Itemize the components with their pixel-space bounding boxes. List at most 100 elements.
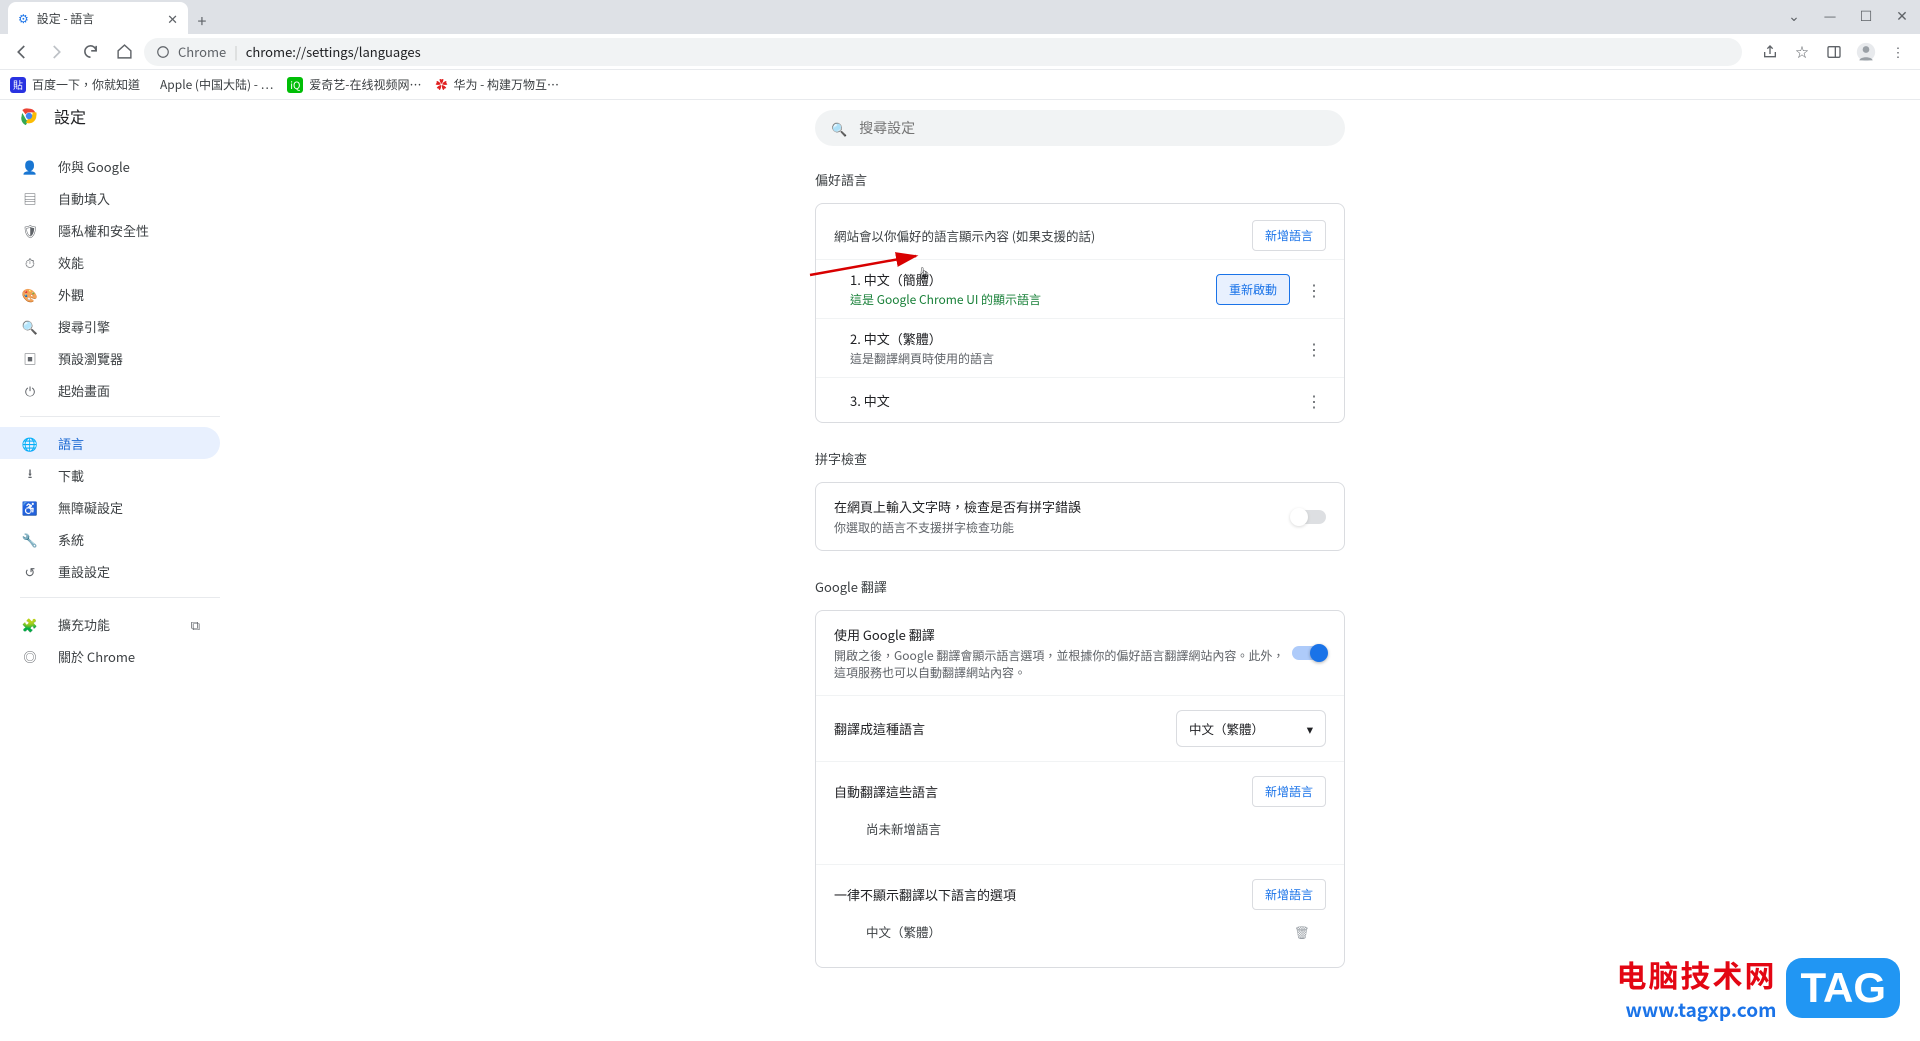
nav-label: 外觀 [58,285,84,304]
window-dropdown-icon[interactable]: ⌄ [1776,6,1812,26]
watermark: 电脑技术网 www.tagxp.com TAG [1616,952,1900,1023]
more-vert-icon[interactable]: ⋮ [1302,277,1326,301]
language-name: 1. 中文（簡體） [850,270,1216,289]
open-external-icon: ⧉ [191,615,200,634]
nav-search-engine[interactable]: 🔍 搜尋引擎 [0,310,220,342]
chrome-info-icon [156,45,170,59]
nav-reset[interactable]: ↺重設設定 [0,555,220,587]
url-separator: | [234,42,238,61]
watermark-tag: TAG [1786,958,1900,1018]
nav-label: 系統 [58,530,84,549]
more-vert-icon[interactable]: ⋮ [1302,388,1326,412]
preferred-languages-card: 網站會以你偏好的語言顯示內容 (如果支援的話) 新增語言 1. 中文（簡體） 這… [815,203,1345,423]
translate-target-label: 翻譯成這種語言 [834,719,925,738]
page-title: 設定 [54,104,86,128]
nav-about-chrome[interactable]: ◎關於 Chrome [0,640,220,672]
huawei-favicon: ✿ [435,76,447,93]
nav-default-browser[interactable]: ▣預設瀏覽器 [0,342,220,374]
language-row-simplified: 1. 中文（簡體） 這是 Google Chrome UI 的顯示語言 重新啟動… [816,259,1344,318]
nav-label: 效能 [58,253,84,272]
download-icon: ⭳ [20,463,40,487]
browser-tab[interactable]: ⚙ 設定 - 語言 ✕ [8,2,188,34]
delete-icon[interactable]: 🗑 [1294,922,1310,941]
bookmark-apple[interactable]: Apple (中国大陆) - … [154,76,273,93]
nav-label: 重設設定 [58,562,110,581]
window-minimize-button[interactable]: — [1812,6,1848,26]
nav-label: 擴充功能 [58,615,110,634]
iqiyi-favicon: iQ [287,77,303,93]
bookmark-huawei[interactable]: ✿ 华为 - 构建万物互… [435,76,559,93]
nav-extensions[interactable]: 🧩 擴充功能 ⧉ [0,608,220,640]
menu-kebab-icon[interactable]: ⋮ [1884,38,1912,66]
bookmark-label: 华为 - 构建万物互… [453,76,559,93]
window-close-button[interactable]: ✕ [1884,6,1920,26]
nav-system[interactable]: 🔧系統 [0,523,220,555]
nav-you-and-google[interactable]: 👤 你與 Google [0,150,220,182]
nav-label: 語言 [58,434,84,453]
baidu-favicon: 貼 [10,77,26,93]
bookmark-baidu[interactable]: 貼 百度一下，你就知道 [10,76,140,93]
gear-icon: ⚙ [18,10,29,27]
nav-downloads[interactable]: ⭳ 下載 [0,459,220,491]
language-name: 2. 中文（繁體） [850,329,1302,348]
spell-check-toggle [1292,510,1326,524]
magnifier-icon: 🔍 [20,317,40,336]
settings-search-input[interactable] [859,118,1329,138]
settings-search[interactable]: 🔍 [815,110,1345,146]
add-language-button[interactable]: 新增語言 [1252,220,1326,251]
language-row-chinese: 3. 中文 ⋮ [816,377,1344,422]
accessibility-icon: ♿ [20,498,40,517]
more-vert-icon[interactable]: ⋮ [1302,336,1326,360]
nav-label: 下載 [58,466,84,485]
nav-label: 隱私權和安全性 [58,221,149,240]
share-icon[interactable] [1756,38,1784,66]
side-panel-icon[interactable] [1820,38,1848,66]
chrome-logo-icon [18,105,40,127]
home-button[interactable] [110,38,138,66]
google-translate-toggle[interactable] [1292,646,1326,660]
add-auto-translate-language-button[interactable]: 新增語言 [1252,776,1326,807]
chevron-down-icon: ▾ [1307,719,1313,738]
section-spell-check: 拼字檢查 [815,449,1345,468]
bookmark-iqiyi[interactable]: iQ 爱奇艺-在线视频网… [287,76,421,93]
profile-avatar[interactable] [1852,38,1880,66]
nav-label: 起始畫面 [58,381,110,400]
window-maximize-button[interactable]: ☐ [1848,6,1884,26]
language-name: 3. 中文 [850,391,1302,410]
tab-close-icon[interactable]: ✕ [167,9,178,28]
nav-label: 關於 Chrome [58,647,135,666]
browser-toolbar: Chrome | chrome://settings/languages ☆ ⋮ [0,34,1920,70]
nav-label: 搜尋引擎 [58,317,110,336]
address-bar[interactable]: Chrome | chrome://settings/languages [144,38,1742,66]
settings-sidebar: 👤你與 Google ▤自動填入 🛡隱私權和安全性 ⏱效能 🎨外觀 🔍搜尋引擎 … [0,100,240,1041]
bookmark-label: 百度一下，你就知道 [32,76,140,93]
bookmark-star-icon[interactable]: ☆ [1788,38,1816,66]
speedometer-icon: ⏱ [20,253,40,272]
puzzle-icon: 🧩 [20,615,40,634]
language-subtitle: 這是 Google Chrome UI 的顯示語言 [850,291,1216,308]
restart-button[interactable]: 重新啟動 [1216,274,1290,305]
bookmark-label: Apple (中国大陆) - … [160,76,273,93]
add-never-translate-language-button[interactable]: 新增語言 [1252,879,1326,910]
forward-button[interactable] [42,38,70,66]
nav-appearance[interactable]: 🎨外觀 [0,278,220,310]
globe-icon: 🌐 [20,434,40,453]
new-tab-button[interactable]: + [188,6,216,34]
autofill-icon: ▤ [20,189,40,208]
nav-languages[interactable]: 🌐 語言 [0,427,220,459]
nav-accessibility[interactable]: ♿ 無障礙設定 [0,491,220,523]
nav-label: 你與 Google [58,157,130,176]
never-translate-label: 一律不顯示翻譯以下語言的選項 [834,885,1016,904]
back-button[interactable] [8,38,36,66]
watermark-cn: 电脑技术网 [1616,952,1776,996]
nav-performance[interactable]: ⏱ 效能 [0,246,220,278]
reload-button[interactable] [76,38,104,66]
nav-privacy[interactable]: 🛡隱私權和安全性 [0,214,220,246]
person-icon: 👤 [20,157,40,176]
settings-main: 🔍 偏好語言 網站會以你偏好的語言顯示內容 (如果支援的話) 新增語言 1. 中… [240,100,1920,1041]
translate-target-select[interactable]: 中文（繁體） ▾ [1176,710,1326,747]
nav-on-startup[interactable]: ⏻起始畫面 [0,374,220,406]
tab-strip: ⚙ 設定 - 語言 ✕ + [0,0,1920,34]
nav-label: 無障礙設定 [58,498,123,517]
nav-autofill[interactable]: ▤自動填入 [0,182,220,214]
